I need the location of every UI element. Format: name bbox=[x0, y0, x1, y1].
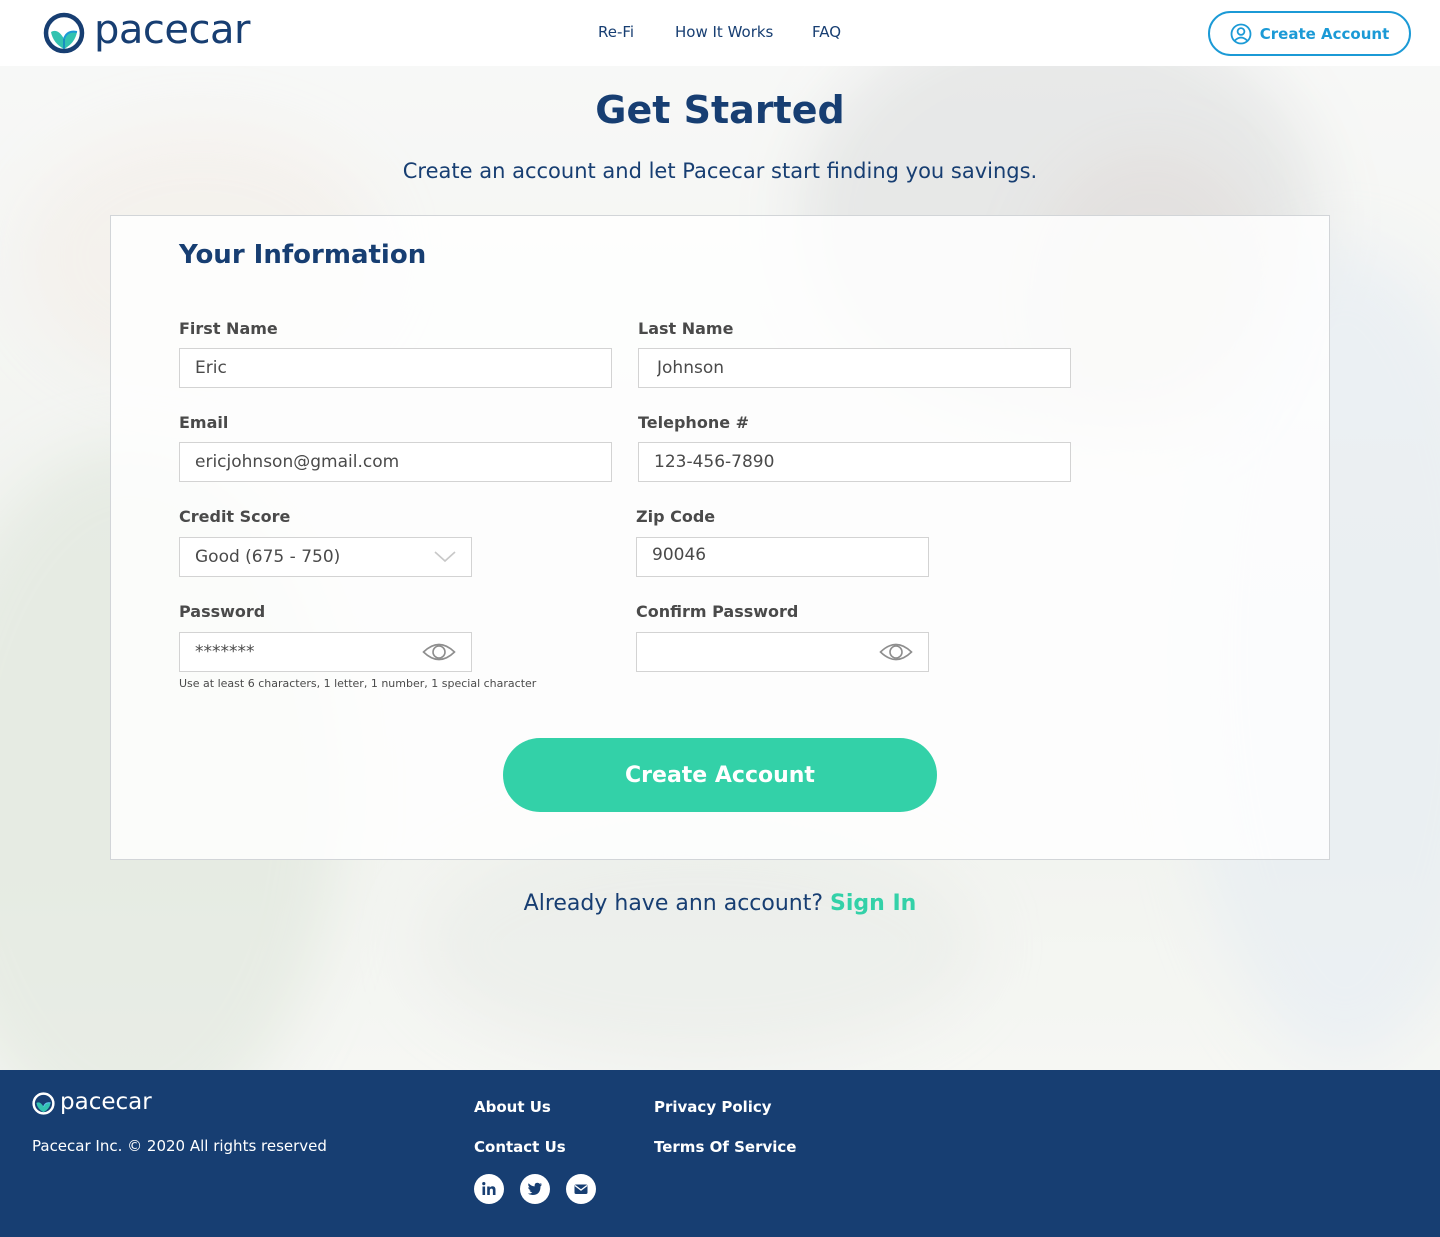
nav-how-it-works[interactable]: How It Works bbox=[675, 23, 773, 41]
credit-score-select[interactable]: Good (675 - 750) bbox=[179, 537, 472, 577]
eye-icon[interactable] bbox=[422, 641, 456, 663]
email-input[interactable] bbox=[179, 442, 612, 482]
user-circle-icon bbox=[1230, 23, 1252, 44]
site-footer: pacecar Pacecar Inc. © 2020 All rights r… bbox=[0, 1070, 1440, 1237]
twitter-icon[interactable] bbox=[520, 1174, 550, 1204]
footer-brand-logo[interactable]: pacecar bbox=[32, 1088, 152, 1115]
header-create-account-label: Create Account bbox=[1259, 24, 1390, 43]
mail-glyph bbox=[574, 1184, 588, 1194]
footer-terms-link[interactable]: Terms Of Service bbox=[654, 1138, 796, 1156]
sign-in-link[interactable]: Sign In bbox=[830, 891, 916, 916]
password-hint: Use at least 6 characters, 1 letter, 1 n… bbox=[179, 677, 537, 690]
site-header: pacecar Re-Fi How It Works FAQ Create Ac… bbox=[0, 0, 1440, 66]
mail-icon[interactable] bbox=[566, 1174, 596, 1204]
signin-prompt-text: Already have ann account? bbox=[523, 891, 824, 916]
first-name-label: First Name bbox=[179, 319, 278, 338]
linkedin-glyph bbox=[482, 1182, 496, 1195]
footer-brand-name: pacecar bbox=[60, 1088, 152, 1115]
create-account-button[interactable]: Create Account bbox=[503, 738, 937, 812]
nav-refi[interactable]: Re-Fi bbox=[598, 23, 634, 41]
credit-score-value: Good (675 - 750) bbox=[195, 547, 341, 567]
zip-code-label: Zip Code bbox=[636, 507, 716, 526]
form-heading: Your Information bbox=[179, 240, 427, 270]
page-subtitle: Create an account and let Pacecar start … bbox=[402, 159, 1038, 183]
last-name-label: Last Name bbox=[638, 319, 734, 338]
pacecar-logo-icon bbox=[32, 1092, 55, 1115]
password-label: Password bbox=[179, 602, 266, 621]
confirm-password-label: Confirm Password bbox=[636, 602, 799, 621]
eye-icon[interactable] bbox=[879, 641, 913, 663]
footer-contact-link[interactable]: Contact Us bbox=[474, 1138, 566, 1156]
last-name-input[interactable] bbox=[638, 348, 1071, 388]
chevron-down-icon bbox=[434, 551, 456, 563]
page-title: Get Started bbox=[595, 88, 845, 132]
telephone-label: Telephone # bbox=[638, 413, 750, 432]
email-label: Email bbox=[179, 413, 229, 432]
telephone-input[interactable] bbox=[638, 442, 1071, 482]
footer-privacy-link[interactable]: Privacy Policy bbox=[654, 1098, 772, 1116]
credit-score-label: Credit Score bbox=[179, 507, 291, 526]
first-name-input[interactable] bbox=[179, 348, 612, 388]
signin-prompt: Already have ann account? Sign In bbox=[0, 891, 1440, 916]
copyright-text: Pacecar Inc. © 2020 All rights reserved bbox=[32, 1137, 327, 1155]
linkedin-icon[interactable] bbox=[474, 1174, 504, 1204]
signup-form-card: Your Information First Name Last Name Em… bbox=[110, 215, 1330, 860]
nav-faq[interactable]: FAQ bbox=[812, 23, 841, 41]
footer-about-link[interactable]: About Us bbox=[474, 1098, 551, 1116]
zip-code-input[interactable] bbox=[636, 537, 929, 577]
header-create-account-button[interactable]: Create Account bbox=[1208, 11, 1411, 56]
twitter-glyph bbox=[527, 1182, 542, 1195]
